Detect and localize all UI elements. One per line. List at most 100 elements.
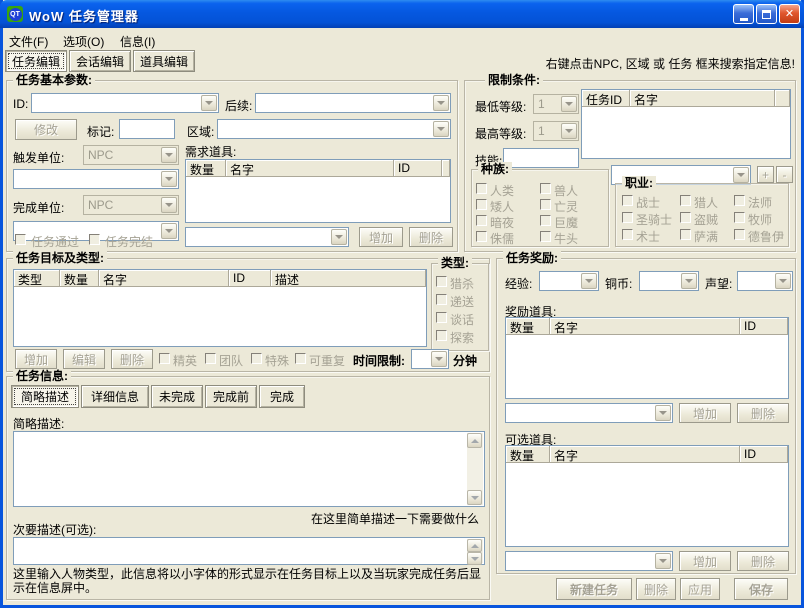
exp-combo[interactable] [539, 271, 599, 291]
optional-item-delete-button[interactable]: 删除 [737, 551, 789, 571]
class-priest-checkbox[interactable] [734, 212, 745, 223]
column-header-quest-id[interactable]: 任务ID [582, 90, 630, 107]
max-level-spinner[interactable]: 1 [533, 121, 579, 141]
column-header-name[interactable]: 名字 [630, 90, 775, 107]
optional-item-add-button[interactable]: 增加 [679, 551, 731, 571]
delete-quest-button[interactable]: 删除 [636, 578, 676, 600]
class-warrior-checkbox[interactable] [622, 195, 633, 206]
column-header-name[interactable]: 名字 [550, 446, 740, 463]
race-gnome-checkbox[interactable] [476, 231, 487, 242]
trigger-npc-combo[interactable] [13, 169, 179, 189]
copper-combo[interactable] [639, 271, 699, 291]
maximize-button[interactable] [756, 4, 777, 24]
column-header-desc[interactable]: 描述 [271, 270, 426, 287]
objective-delete-button[interactable]: 删除 [111, 349, 153, 369]
info-tab-incomplete[interactable]: 未完成 [151, 385, 203, 408]
brief-desc-textarea[interactable] [13, 431, 485, 507]
column-header-qty[interactable]: 数量 [506, 446, 550, 463]
time-limit-spinner[interactable] [411, 349, 449, 369]
mark-input[interactable] [119, 119, 175, 139]
min-level-spinner[interactable]: 1 [533, 94, 579, 114]
column-header-name[interactable]: 名字 [226, 160, 394, 177]
menu-info[interactable]: 信息(I) [120, 33, 155, 50]
type-explore-checkbox[interactable] [436, 330, 447, 341]
reward-items-table[interactable]: 数量 名字 ID [505, 317, 789, 399]
required-item-add-button[interactable]: 增加 [359, 227, 403, 247]
class-warlock-checkbox[interactable] [622, 229, 633, 240]
info-tab-complete[interactable]: 完成 [259, 385, 305, 408]
reputation-combo[interactable] [737, 271, 793, 291]
save-button[interactable]: 保存 [734, 578, 788, 600]
column-header-id[interactable]: ID [740, 446, 788, 463]
apply-button[interactable]: 应用 [680, 578, 720, 600]
quest-finish-checkbox[interactable] [89, 234, 100, 245]
type-deliver-checkbox[interactable] [436, 294, 447, 305]
flag-special-checkbox[interactable] [251, 353, 262, 364]
column-header-type[interactable]: 类型 [14, 270, 60, 287]
scrollbar[interactable] [467, 433, 483, 505]
scroll-down-icon[interactable] [467, 552, 482, 565]
optional-item-select-combo[interactable] [505, 551, 673, 571]
quest-id-combo[interactable] [31, 93, 219, 113]
menu-options[interactable]: 选项(O) [63, 33, 104, 50]
race-tauren-checkbox[interactable] [540, 231, 551, 242]
title-bar[interactable]: QT WoW 任务管理器 ✕ [0, 0, 804, 28]
next-quest-combo[interactable] [255, 93, 451, 113]
reward-item-select-combo[interactable] [505, 403, 673, 423]
column-header-qty[interactable]: 数量 [186, 160, 226, 177]
prereq-add-button[interactable]: + [757, 166, 774, 183]
info-tab-details[interactable]: 详细信息 [81, 385, 149, 408]
reward-item-add-button[interactable]: 增加 [679, 403, 731, 423]
prereq-quest-table[interactable]: 任务ID 名字 [581, 89, 791, 159]
reward-item-delete-button[interactable]: 删除 [737, 403, 789, 423]
tab-dialog-edit[interactable]: 会话编辑 [69, 50, 131, 72]
class-paladin-checkbox[interactable] [622, 212, 633, 223]
class-shaman-checkbox[interactable] [680, 229, 691, 240]
class-mage-checkbox[interactable] [734, 195, 745, 206]
quest-pass-checkbox[interactable] [15, 234, 26, 245]
race-dwarf-checkbox[interactable] [476, 199, 487, 210]
column-header-qty[interactable]: 数量 [60, 270, 99, 287]
flag-repeatable-checkbox[interactable] [295, 353, 306, 364]
required-item-select-combo[interactable] [185, 227, 349, 247]
column-header-name[interactable]: 名字 [99, 270, 229, 287]
class-rogue-checkbox[interactable] [680, 212, 691, 223]
flag-elite-checkbox[interactable] [159, 353, 170, 364]
skill-input[interactable] [503, 148, 579, 168]
flag-raid-checkbox[interactable] [205, 353, 216, 364]
prereq-remove-button[interactable]: - [776, 166, 793, 183]
tab-item-edit[interactable]: 道具编辑 [133, 50, 195, 72]
objectives-table[interactable]: 类型 数量 名字 ID 描述 [13, 269, 427, 347]
race-undead-checkbox[interactable] [540, 199, 551, 210]
menu-file[interactable]: 文件(F) [9, 33, 48, 50]
info-tab-before-complete[interactable]: 完成前 [205, 385, 257, 408]
info-tab-brief[interactable]: 简略描述 [11, 385, 79, 408]
column-header-qty[interactable]: 数量 [506, 318, 550, 335]
class-hunter-checkbox[interactable] [680, 195, 691, 206]
zone-combo[interactable] [217, 119, 451, 139]
secondary-desc-textarea[interactable] [13, 537, 485, 565]
type-talk-checkbox[interactable] [436, 312, 447, 323]
trigger-type-combo[interactable]: NPC [83, 145, 179, 165]
required-items-table[interactable]: 数量 名字 ID [185, 159, 451, 223]
modify-button[interactable]: 修改 [15, 119, 77, 140]
column-header-id[interactable]: ID [740, 318, 788, 335]
close-button[interactable]: ✕ [779, 4, 800, 24]
race-human-checkbox[interactable] [476, 183, 487, 194]
minimize-button[interactable] [733, 4, 754, 24]
required-item-delete-button[interactable]: 删除 [409, 227, 453, 247]
class-druid-checkbox[interactable] [734, 229, 745, 240]
column-header-id[interactable]: ID [229, 270, 271, 287]
new-quest-button[interactable]: 新建任务 [556, 578, 632, 600]
objective-add-button[interactable]: 增加 [15, 349, 57, 369]
objective-edit-button[interactable]: 编辑 [63, 349, 105, 369]
tab-quest-edit[interactable]: 任务编辑 [5, 50, 67, 72]
scrollbar[interactable] [467, 539, 483, 563]
type-kill-checkbox[interactable] [436, 276, 447, 287]
scroll-up-icon[interactable] [467, 433, 482, 448]
race-troll-checkbox[interactable] [540, 215, 551, 226]
column-header-name[interactable]: 名字 [550, 318, 740, 335]
race-orc-checkbox[interactable] [540, 183, 551, 194]
race-nightelf-checkbox[interactable] [476, 215, 487, 226]
scroll-down-icon[interactable] [467, 490, 482, 505]
